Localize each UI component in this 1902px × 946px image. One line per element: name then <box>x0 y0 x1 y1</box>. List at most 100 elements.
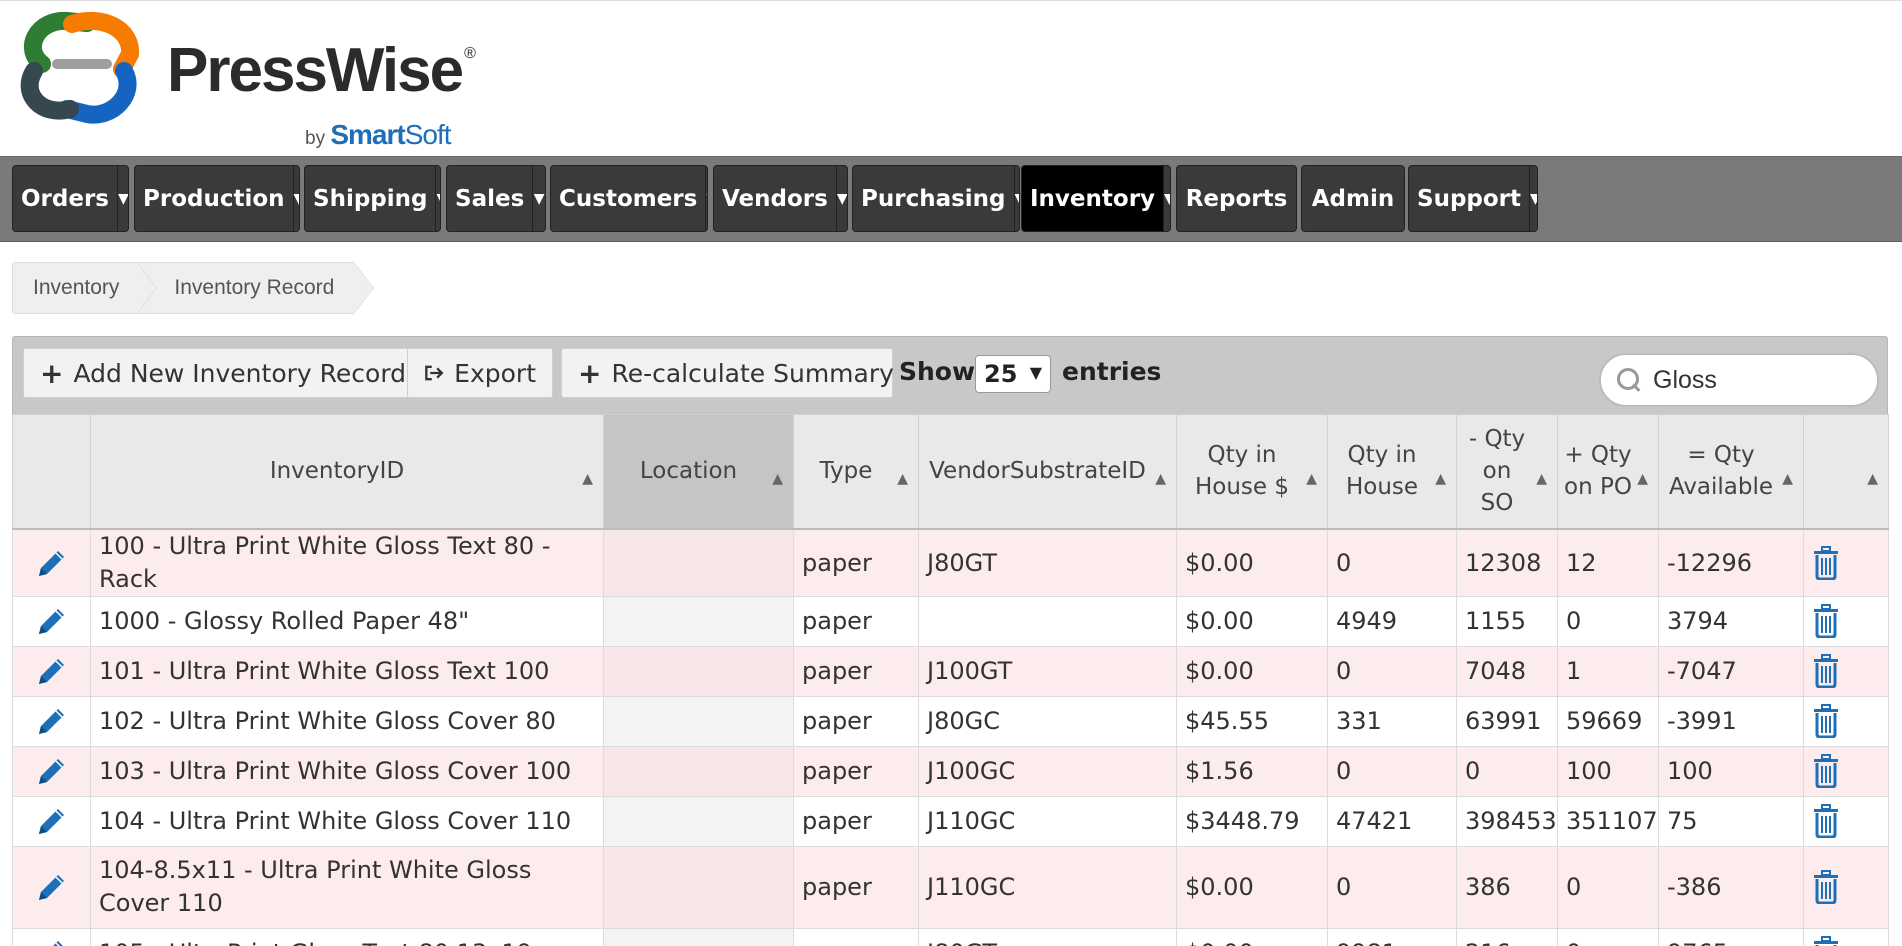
delete-button[interactable] <box>1803 695 1889 747</box>
col-vendor-substrate-id[interactable]: VendorSubstrateID <box>918 414 1177 530</box>
chevron-down-icon[interactable]: ▼ <box>292 166 299 231</box>
qty-dollar-cell: $45.55 <box>1176 695 1328 747</box>
nav-customers[interactable]: Customers ▼ <box>550 165 708 232</box>
nav-reports-label[interactable]: Reports <box>1177 166 1296 231</box>
delete-button[interactable] <box>1803 927 1889 946</box>
edit-button[interactable] <box>12 927 91 946</box>
col-qty-available[interactable]: = Qty Available <box>1658 414 1804 530</box>
qty-in-house-cell: 0 <box>1327 528 1457 597</box>
trash-icon <box>1814 804 1838 838</box>
chevron-down-icon[interactable]: ▼ <box>835 166 847 231</box>
delete-button[interactable] <box>1803 595 1889 647</box>
presswise-logo[interactable]: PressWise ® by SmartSoft <box>12 9 492 150</box>
table-row[interactable]: 104-8.5x11 - Ultra Print White Gloss Cov… <box>12 845 1889 929</box>
table-row[interactable]: 101 - Ultra Print White Gloss Text 100 pa… <box>12 645 1889 697</box>
chevron-down-icon[interactable]: ▼ <box>1163 166 1170 231</box>
nav-shipping[interactable]: Shipping ▼ <box>304 165 441 232</box>
qty-in-house-cell: 0 <box>1327 745 1457 797</box>
col-qty-in-house-dollar[interactable]: Qty in House $ <box>1176 414 1328 530</box>
nav-shipping-label[interactable]: Shipping <box>305 166 435 231</box>
qty-on-so-cell: 7048 <box>1456 645 1558 697</box>
table-row[interactable]: 100 - Ultra Print White Gloss Text 80 - … <box>12 528 1889 597</box>
nav-orders-label[interactable]: Orders <box>13 166 117 231</box>
delete-button[interactable] <box>1803 528 1889 597</box>
sort-icon[interactable] <box>1306 463 1317 495</box>
inventory-id-cell: 104 - Ultra Print White Gloss Cover 110 <box>90 795 604 847</box>
table-row[interactable]: 1000 - Glossy Rolled Paper 48" paper $0.00… <box>12 595 1889 647</box>
sort-icon[interactable] <box>1782 463 1793 495</box>
type-cell: paper <box>793 927 919 946</box>
type-cell: paper <box>793 745 919 797</box>
nav-customers-label[interactable]: Customers <box>551 166 705 231</box>
add-inventory-record-button[interactable]: + Add New Inventory Record <box>23 348 409 398</box>
search-value[interactable]: Gloss <box>1653 366 1717 395</box>
nav-production[interactable]: Production ▼ <box>134 165 300 232</box>
edit-button[interactable] <box>12 745 91 797</box>
nav-purchasing-label[interactable]: Purchasing <box>853 166 1014 231</box>
edit-button[interactable] <box>12 845 91 929</box>
qty-in-house-cell: 47421 <box>1327 795 1457 847</box>
edit-button[interactable] <box>12 695 91 747</box>
sort-icon[interactable] <box>1435 463 1446 495</box>
col-type[interactable]: Type <box>793 414 919 530</box>
delete-button[interactable] <box>1803 845 1889 929</box>
trash-icon <box>1814 604 1838 638</box>
breadcrumb-inventory[interactable]: Inventory <box>12 262 158 314</box>
nav-vendors[interactable]: Vendors ▼ <box>713 165 848 232</box>
edit-button[interactable] <box>12 795 91 847</box>
qty-on-so-cell: 398453 <box>1456 795 1558 847</box>
sort-icon[interactable] <box>582 463 593 495</box>
recalculate-summary-button[interactable]: + Re-calculate Summary <box>561 348 894 398</box>
edit-button[interactable] <box>12 595 91 647</box>
chevron-down-icon[interactable]: ▼ <box>1529 166 1537 231</box>
col-qty-on-po[interactable]: + Qty on PO <box>1557 414 1659 530</box>
nav-support[interactable]: Support ▼ <box>1408 165 1538 232</box>
delete-button[interactable] <box>1803 645 1889 697</box>
nav-sales-label[interactable]: Sales <box>447 166 532 231</box>
nav-purchasing[interactable]: Purchasing ▼ <box>852 165 1020 232</box>
nav-reports[interactable]: Reports <box>1176 165 1297 232</box>
nav-orders[interactable]: Orders ▼ <box>12 165 129 232</box>
edit-button[interactable] <box>12 645 91 697</box>
chevron-down-icon[interactable]: ▼ <box>705 166 707 231</box>
inventory-table: InventoryID Location Type VendorSubstrat… <box>12 414 1889 946</box>
add-inventory-record-label: Add New Inventory Record <box>73 358 407 388</box>
search-input[interactable]: Gloss <box>1599 353 1879 407</box>
col-location[interactable]: Location <box>603 414 794 530</box>
nav-sales[interactable]: Sales ▼ <box>446 165 546 232</box>
nav-inventory-label[interactable]: Inventory <box>1022 166 1164 231</box>
col-delete[interactable] <box>1803 414 1889 530</box>
table-row[interactable]: 104 - Ultra Print White Gloss Cover 110 p… <box>12 795 1889 847</box>
chevron-down-icon[interactable]: ▼ <box>117 166 128 231</box>
col-qty-in-house[interactable]: Qty in House <box>1327 414 1457 530</box>
sort-icon[interactable] <box>772 463 783 495</box>
nav-vendors-label[interactable]: Vendors <box>714 166 836 231</box>
table-row[interactable]: 103 - Ultra Print White Gloss Cover 100 p… <box>12 745 1889 797</box>
col-qty-on-so[interactable]: - Qty on SO <box>1456 414 1558 530</box>
sort-icon[interactable] <box>1637 463 1648 495</box>
chevron-down-icon[interactable]: ▼ <box>1013 166 1019 231</box>
col-inventory-id[interactable]: InventoryID <box>90 414 604 530</box>
nav-admin-label[interactable]: Admin <box>1302 166 1404 231</box>
table-row[interactable]: 102 - Ultra Print White Gloss Cover 80 pa… <box>12 695 1889 747</box>
table-row[interactable]: 105 - UltraPrint Gloss Text 80 13x19 pape… <box>12 927 1889 946</box>
inventory-id-cell: 102 - Ultra Print White Gloss Cover 80 <box>90 695 604 747</box>
location-cell <box>603 927 794 946</box>
entries-select[interactable]: 25 ▼ <box>975 355 1051 393</box>
sort-icon[interactable] <box>1536 463 1547 495</box>
sort-icon[interactable] <box>1155 463 1166 495</box>
chevron-down-icon[interactable]: ▼ <box>435 166 440 231</box>
qty-dollar-cell: $0.00 <box>1176 645 1328 697</box>
nav-admin[interactable]: Admin <box>1301 165 1405 232</box>
sort-icon[interactable] <box>1867 463 1878 495</box>
chevron-down-icon[interactable]: ▼ <box>532 166 545 231</box>
delete-button[interactable] <box>1803 745 1889 797</box>
delete-button[interactable] <box>1803 795 1889 847</box>
export-button[interactable]: Export <box>407 348 553 398</box>
qty-available-cell: -7047 <box>1658 645 1804 697</box>
edit-button[interactable] <box>12 528 91 597</box>
nav-inventory[interactable]: Inventory ▼ <box>1021 165 1171 232</box>
sort-icon[interactable] <box>897 463 908 495</box>
nav-support-label[interactable]: Support <box>1409 166 1529 231</box>
nav-production-label[interactable]: Production <box>135 166 293 231</box>
